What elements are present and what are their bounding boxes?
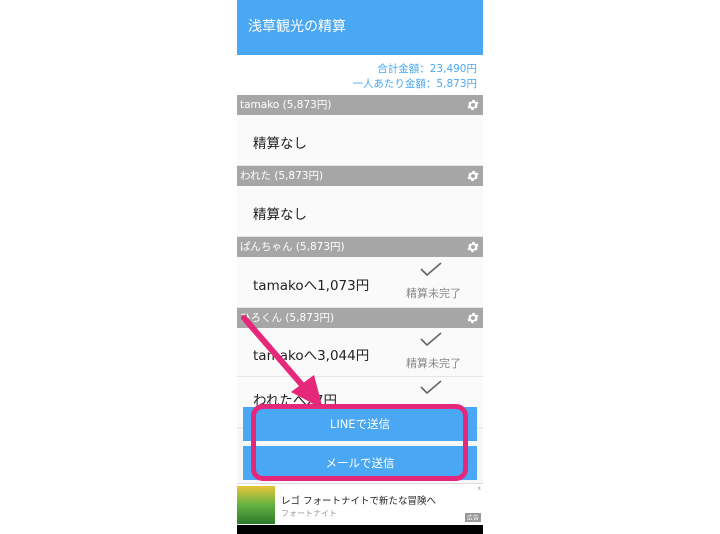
pointer-arrow-icon (241, 315, 323, 409)
